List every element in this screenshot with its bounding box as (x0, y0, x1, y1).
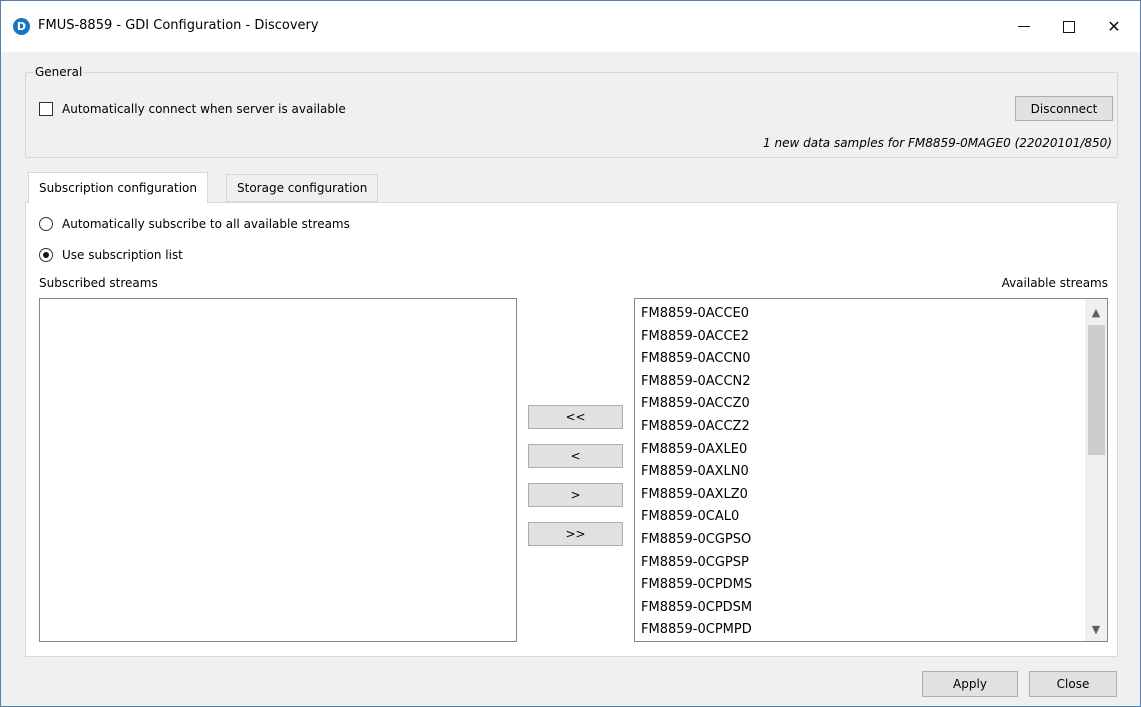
add-stream-button[interactable]: < (528, 444, 623, 468)
dialog-window: D FMUS-8859 - GDI Configuration - Discov… (0, 0, 1141, 707)
apply-button[interactable]: Apply (922, 671, 1018, 697)
maximize-button[interactable] (1046, 1, 1092, 52)
add-all-streams-button[interactable]: << (528, 405, 623, 429)
available-streams-header: Available streams (1001, 276, 1108, 290)
scroll-down-icon[interactable]: ▼ (1085, 619, 1107, 639)
use-subscription-list-label[interactable]: Use subscription list (62, 248, 183, 262)
remove-stream-button[interactable]: > (528, 483, 623, 507)
title-bar: D FMUS-8859 - GDI Configuration - Discov… (1, 1, 1140, 52)
close-button[interactable]: Close (1029, 671, 1117, 697)
auto-connect-checkbox[interactable] (39, 102, 53, 116)
close-window-button[interactable]: ✕ (1091, 1, 1137, 52)
list-item[interactable]: FM8859-0AXLE0 (641, 439, 1086, 462)
subscribed-streams-list[interactable] (39, 298, 517, 642)
maximize-icon (1063, 20, 1075, 33)
tab-storage-configuration[interactable]: Storage configuration (226, 174, 379, 202)
list-item[interactable]: FM8859-0ACCZ2 (641, 416, 1086, 439)
subscribed-streams-header: Subscribed streams (39, 276, 158, 290)
remove-all-streams-button[interactable]: >> (528, 522, 623, 546)
close-icon: ✕ (1107, 17, 1121, 36)
list-item[interactable]: FM8859-0CAL0 (641, 506, 1086, 529)
available-streams-scrollbar[interactable]: ▲ ▼ (1085, 299, 1107, 641)
available-streams-items: FM8859-0ACCE0 FM8859-0ACCE2 FM8859-0ACCN… (641, 303, 1086, 642)
use-subscription-list-radio[interactable] (39, 248, 53, 262)
list-item[interactable]: FM8859-0AXLN0 (641, 461, 1086, 484)
status-message: 1 new data samples for FM8859-0MAGE0 (22… (763, 136, 1112, 150)
list-item[interactable]: FM8859-0ACCE0 (641, 303, 1086, 326)
minimize-icon (1018, 26, 1030, 27)
list-item[interactable]: FM8859-0CGPSP (641, 552, 1086, 575)
auto-subscribe-label[interactable]: Automatically subscribe to all available… (62, 217, 350, 231)
list-item[interactable]: FM8859-0AXLZ0 (641, 484, 1086, 507)
disconnect-button[interactable]: Disconnect (1015, 96, 1113, 121)
list-item[interactable]: FM8859-0ACCE2 (641, 326, 1086, 349)
list-item[interactable]: FM8859-0CPMPD (641, 619, 1086, 642)
app-logo-icon: D (13, 18, 30, 35)
window-title: FMUS-8859 - GDI Configuration - Discover… (38, 18, 319, 33)
auto-subscribe-radio[interactable] (39, 217, 53, 231)
list-item[interactable]: FM8859-0ACCN2 (641, 371, 1086, 394)
list-item[interactable]: FM8859-0CPDMS (641, 574, 1086, 597)
list-item[interactable]: FM8859-0ACCZ0 (641, 393, 1086, 416)
scroll-thumb[interactable] (1088, 325, 1105, 455)
list-item[interactable]: FM8859-0CPDSM (641, 597, 1086, 620)
tab-subscription-configuration[interactable]: Subscription configuration (28, 172, 208, 203)
list-item[interactable]: FM8859-0ACCN0 (641, 348, 1086, 371)
auto-connect-label[interactable]: Automatically connect when server is ava… (62, 102, 346, 116)
scroll-up-icon[interactable]: ▲ (1085, 302, 1107, 322)
list-item[interactable]: FM8859-0CGPSO (641, 529, 1086, 552)
minimize-button[interactable] (1001, 1, 1047, 52)
general-group-label: General (33, 65, 85, 79)
